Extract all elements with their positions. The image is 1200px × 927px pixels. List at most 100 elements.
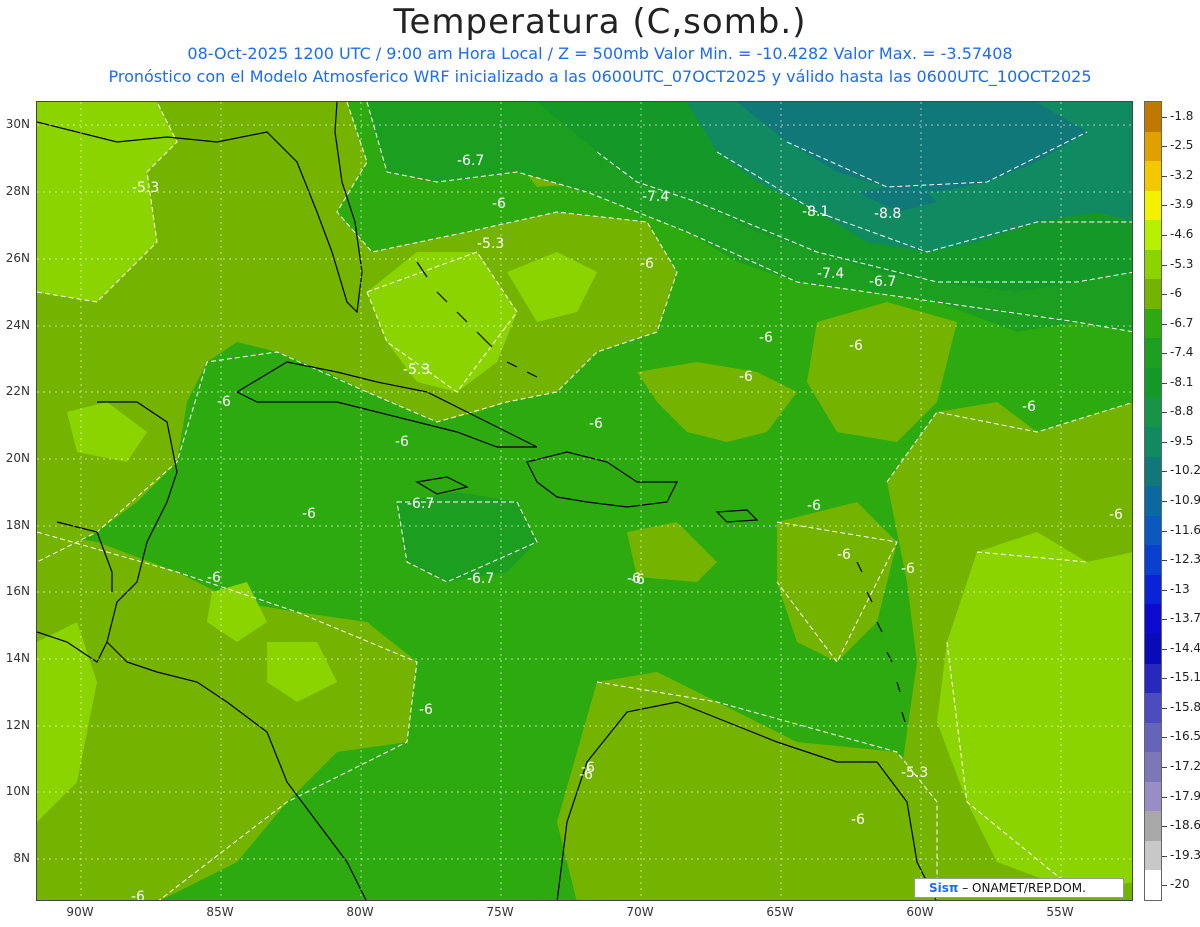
colorbar-swatch [1145,634,1161,665]
contour-label: -6 [419,702,433,718]
contour-label: -6 [849,338,863,354]
colorbar-tick [1162,146,1167,148]
lon-label: 60W [906,905,934,919]
lat-label: 30N [5,117,30,131]
lat-label: 12N [5,718,30,732]
colorbar-swatch [1145,752,1161,783]
contour-label: -6.7 [869,274,896,290]
colorbar-tick [1162,855,1167,857]
colorbar-label: -17.9 [1170,788,1200,803]
lat-label: 22N [5,384,30,398]
colorbar-label: -6 [1170,286,1182,301]
colorbar-tick [1162,501,1167,502]
forecast-info-line: Pronóstico con el Modelo Atmosferico WRF… [108,67,1092,86]
colorbar-label: -9.5 [1170,433,1194,448]
colorbar-tick [1162,796,1167,798]
lat-label: 26N [5,251,30,265]
contour-label: -6 [739,369,753,385]
colorbar-swatch [1145,220,1161,251]
brand-logo: Sisπ [929,881,959,895]
colorbar-label: -12.3 [1170,552,1200,567]
colorbar-tick [1162,826,1167,828]
colorbar-swatch [1145,397,1161,428]
colorbar-swatch [1145,840,1161,871]
lon-label: 90W [66,905,94,919]
lat-label: 14N [5,651,30,665]
lat-label: 18N [5,518,30,532]
lon-label: 80W [346,905,374,919]
lon-label: 85W [206,905,234,919]
colorbar-swatch [1145,515,1161,546]
contour-label: -6 [395,434,409,450]
contour-label: -6 [807,498,821,514]
colorbar-label: -7.4 [1170,345,1194,360]
colorbar-tick [1162,264,1167,266]
lat-label: 10N [5,784,30,798]
colorbar-swatch [1145,574,1161,605]
contour-label: -6 [589,416,603,432]
colorbar-swatch [1145,161,1161,192]
colorbar-tick [1162,737,1167,739]
colorbar-swatch [1145,781,1161,812]
contour-label: -6 [640,256,654,272]
colorbar-tick [1162,441,1167,443]
contour-label: -5.3 [477,236,504,252]
colorbar-label: -4.6 [1170,227,1194,241]
colorbar-tick [1162,530,1167,532]
temperature-map: -6.7 -5.3 -6 -7.4 -8.1 -8.8 -5.3 -6 -7.4… [36,101,1133,901]
lon-label: 75W [486,905,514,919]
colorbar-label: -15.1 [1170,670,1200,685]
lon-label: 55W [1046,905,1074,919]
contour-label: -6 [217,394,231,410]
colorbar-label: -13.7 [1170,611,1200,626]
lat-label: 8N [13,851,30,865]
run-info-line: 08-Oct-2025 1200 UTC / 9:00 am Hora Loca… [187,44,1013,63]
colorbar-swatch [1145,722,1161,753]
colorbar-swatch [1145,545,1161,576]
contour-label: -8.8 [874,206,901,222]
colorbar-label: -6.7 [1170,315,1194,330]
contour-label: -6 [1022,399,1036,415]
contour-label: -5.3 [901,765,928,781]
colorbar-tick [1162,353,1167,355]
colorbar-tick [1162,707,1167,709]
colorbar-swatch [1145,131,1161,162]
contour-label: -5.3 [132,180,159,196]
colorbar-label: -15.8 [1170,699,1200,714]
lon-label: 70W [626,905,654,919]
colorbar-label: -20 [1170,877,1190,892]
colorbar-label: -14.4 [1170,640,1200,655]
colorbar-swatch [1145,368,1161,399]
contour-label: -6 [901,561,915,577]
colorbar-label: -13 [1170,581,1190,596]
colorbar-label: -19.3 [1170,847,1200,862]
contour-label: -6.7 [407,496,434,512]
map-canvas: -6.7 -5.3 -6 -7.4 -8.1 -8.8 -5.3 -6 -7.4… [37,102,1132,900]
contour-label: -6 [631,572,645,588]
contour-label: -6 [492,196,506,212]
credit-text: – ONAMET/REP.DOM. [958,881,1086,895]
colorbar-tick [1162,678,1167,680]
colorbar-tick [1162,323,1167,325]
colorbar-label: -11.6 [1170,522,1200,537]
colorbar-label: -8.1 [1170,374,1194,389]
colorbar-tick [1162,560,1167,562]
contour-label: -6 [1109,507,1123,523]
contour-label: -6 [207,570,221,586]
colorbar-tick [1162,471,1167,473]
lon-label: 65W [766,905,794,919]
colorbar-tick [1162,767,1167,768]
contour-label: -7.4 [817,266,844,282]
colorbar-tick [1162,116,1167,118]
colorbar-swatch [1145,870,1161,901]
contour-label: -6 [759,330,773,346]
contour-label: -6 [851,812,865,828]
contour-label: -6 [579,767,593,783]
colorbar-label: -18.6 [1170,818,1200,833]
lat-label: 16N [5,584,30,598]
contour-label: -6 [302,506,316,522]
colorbar-swatch [1145,279,1161,310]
colorbar-tick [1162,412,1167,414]
colorbar-swatch [1145,102,1161,133]
colorbar-tick [1162,235,1167,236]
